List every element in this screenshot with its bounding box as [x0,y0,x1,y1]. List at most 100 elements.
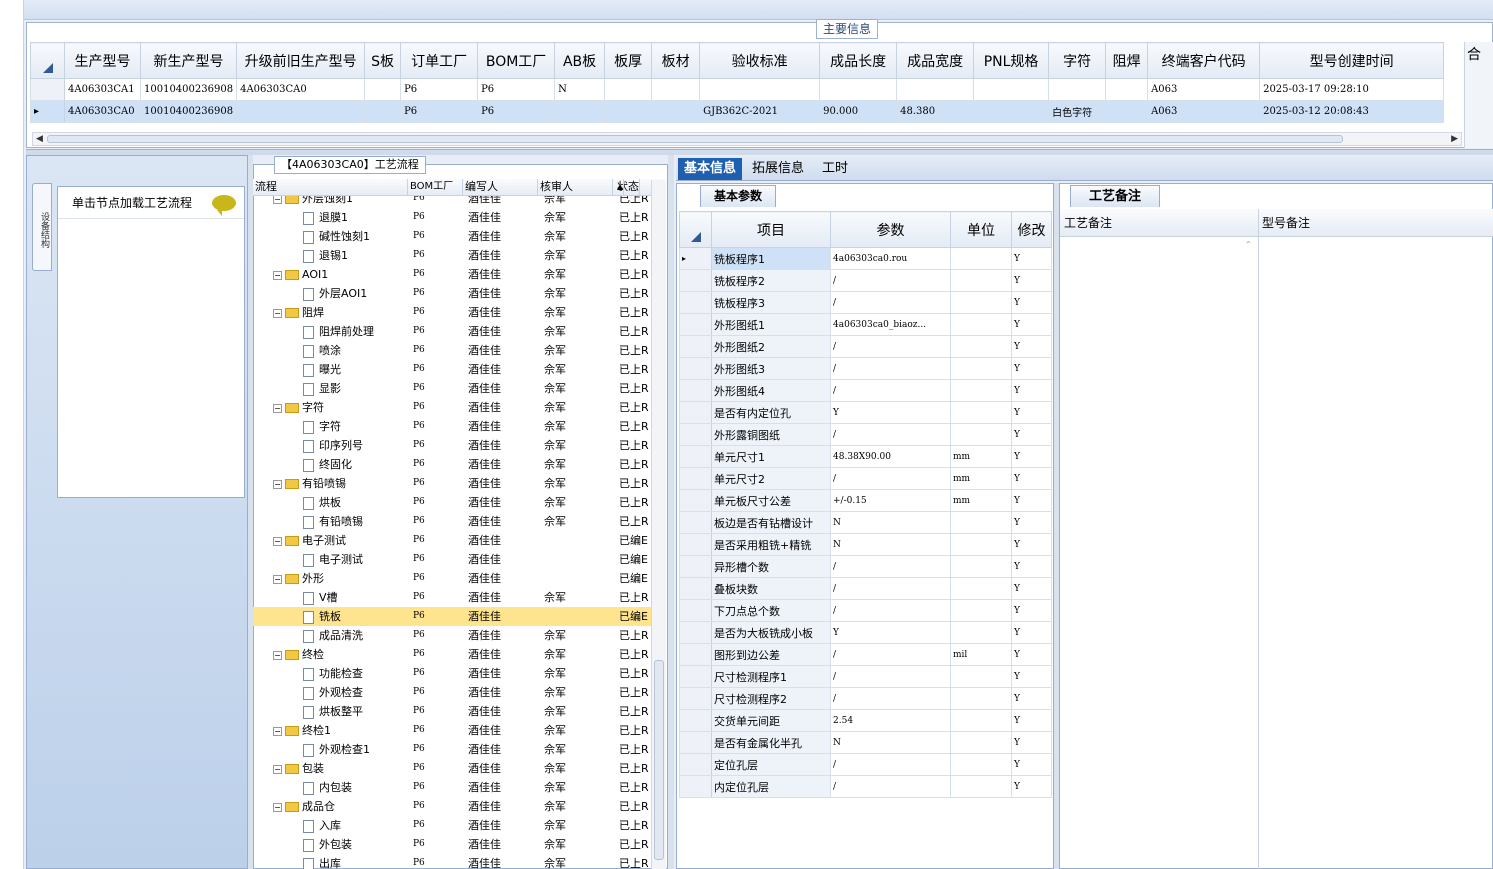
param-modify[interactable]: Y [1011,555,1052,578]
main-col-header[interactable]: 型号创建时间 [1259,42,1445,79]
param-value[interactable]: 4a06303ca0.rou [830,247,951,270]
main-grid-cell[interactable]: P6 [477,100,556,123]
param-value[interactable]: / [830,555,951,578]
flow-tree-row[interactable]: 阻焊前处理 P6 酒佳佳 佘军 已上R [253,322,651,341]
main-grid-cell[interactable] [651,78,701,101]
param-modify[interactable]: Y [1011,357,1052,380]
col-reviewer[interactable]: 核审人 [538,179,613,196]
params-col-header[interactable]: 项目 [711,211,831,248]
param-value[interactable]: 2.54 [830,709,951,732]
param-modify[interactable]: Y [1011,775,1052,798]
param-modify[interactable]: Y [1011,599,1052,622]
params-row[interactable]: 外形图纸1 4a06303ca0_biaoz... Y [679,313,1052,336]
param-value[interactable]: Y [830,401,951,424]
flow-tree-row[interactable]: − 外层蚀刻1 P6 酒佳佳 佘军 已上R [253,196,651,208]
flow-node[interactable]: 曝光 [253,360,408,379]
params-col-header[interactable]: 单位 [950,211,1012,248]
main-grid-cell[interactable]: 10010400236908 [139,78,238,101]
param-modify[interactable]: Y [1011,489,1052,512]
flow-tree-row[interactable]: 成品清洗 P6 酒佳佳 佘军 已上R [253,626,651,645]
param-modify[interactable]: Y [1011,291,1052,314]
main-col-header[interactable]: S板 [364,42,402,79]
param-modify[interactable]: Y [1011,753,1052,776]
main-col-header[interactable]: 新生产型号 [139,42,238,79]
params-row-indicator[interactable] [679,709,712,732]
main-col-header[interactable]: 生产型号 [64,42,141,79]
main-grid-cell[interactable] [364,78,402,101]
main-grid-cell[interactable]: P6 [477,78,556,101]
flow-tree-row[interactable]: 碱性蚀刻1 P6 酒佳佳 佘军 已上R [253,227,651,246]
main-col-header[interactable]: 订单工厂 [400,42,479,79]
params-row[interactable]: ▸ 铣板程序1 4a06303ca0.rou Y [679,247,1052,270]
flow-tree-row[interactable]: 入库 P6 酒佳佳 佘军 已上R [253,816,651,835]
param-unit[interactable]: mm [950,489,1012,512]
main-grid-cell[interactable] [973,78,1050,101]
main-grid-row[interactable]: 4A06303CA1 10010400236908 4A06303CA0 P6 P6 N A… [30,78,1445,101]
flow-node[interactable]: 铣板 [253,607,408,626]
flow-tree-row[interactable]: 终固化 P6 酒佳佳 佘军 已上R [253,455,651,474]
main-grid-cell[interactable]: N [554,78,606,101]
flow-tree-row[interactable]: 烘板整平 P6 酒佳佳 佘军 已上R [253,702,651,721]
hscroll-thumb[interactable] [47,135,1343,143]
subtab-basic-params[interactable]: 基本参数 [700,185,776,207]
flow-tree-row[interactable]: 烘板 P6 酒佳佳 佘军 已上R [253,493,651,512]
flow-node[interactable]: 外观检查1 [253,740,408,759]
param-unit[interactable] [950,357,1012,380]
param-unit[interactable] [950,511,1012,534]
params-row-indicator[interactable] [679,621,712,644]
params-row-indicator[interactable]: ▸ [679,247,712,270]
param-modify[interactable]: Y [1011,445,1052,468]
flow-node[interactable]: 外包装 [253,835,408,854]
col-writer[interactable]: 编写人 [463,179,538,196]
flow-node[interactable]: − 成品仓 [253,797,408,816]
main-grid-cell[interactable]: 白色字符 [1048,100,1107,123]
flow-node[interactable]: 碱性蚀刻1 [253,227,408,246]
params-row[interactable]: 铣板程序2/ Y [679,269,1052,292]
param-unit[interactable]: mm [950,467,1012,490]
flow-node[interactable]: 有铅喷锡 [253,512,408,531]
params-row[interactable]: 异形槽个数 / Y [679,555,1052,578]
flow-node[interactable]: − 外层蚀刻1 [253,196,408,208]
params-row-indicator[interactable] [679,335,712,358]
flow-node[interactable]: 出库 [253,854,408,869]
params-row-indicator[interactable] [679,291,712,314]
params-row[interactable]: 尺寸检测程序2/ Y [679,687,1052,710]
collapse-icon[interactable]: − [273,726,282,736]
param-unit[interactable] [950,335,1012,358]
main-grid-cell[interactable]: 2025-03-12 20:08:43 [1259,100,1445,123]
main-col-header[interactable]: 终端客户代码 [1147,42,1261,79]
param-modify[interactable]: Y [1011,687,1052,710]
flow-tree-row[interactable]: − 阻焊 P6 酒佳佳 佘军 已上R [253,303,651,322]
tab-extended-info[interactable]: 拓展信息 [746,158,810,180]
collapse-icon[interactable]: − [273,308,282,318]
vscroll-thumb[interactable] [654,660,664,860]
main-col-header[interactable]: PNL规格 [973,42,1050,79]
param-modify[interactable]: Y [1011,709,1052,732]
params-row[interactable]: 尺寸检测程序1/ Y [679,665,1052,688]
params-row-indicator[interactable] [679,753,712,776]
flow-node[interactable]: 内包装 [253,778,408,797]
params-row[interactable]: 内定位孔层 / Y [679,775,1052,798]
param-modify[interactable]: Y [1011,313,1052,336]
params-row-indicator[interactable] [679,489,712,512]
param-value[interactable]: N [830,731,951,754]
flow-tree-row[interactable]: 铣板 P6 酒佳佳 已编E [253,607,651,626]
param-modify[interactable]: Y [1011,731,1052,754]
flow-node[interactable]: − 阻焊 [253,303,408,322]
flow-node[interactable]: 电子测试 [253,550,408,569]
param-unit[interactable] [950,423,1012,446]
flow-tree-row[interactable]: 出库 P6 酒佳佳 佘军 已上R [253,854,651,869]
flow-node[interactable]: 成品清洗 [253,626,408,645]
flow-tree-row[interactable]: 退膜1 P6 酒佳佳 佘军 已上R [253,208,651,227]
param-value[interactable]: / [830,357,951,380]
params-row-indicator[interactable] [679,445,712,468]
param-unit[interactable] [950,709,1012,732]
col-model-notes[interactable]: 型号备注 [1258,209,1310,237]
scroll-right-icon[interactable]: ▶ [1451,133,1458,145]
node-hint-row[interactable]: 单击节点加载工艺流程 [58,187,244,219]
params-row-indicator[interactable] [679,599,712,622]
params-row-indicator[interactable] [679,533,712,556]
params-row-indicator[interactable] [679,423,712,446]
main-grid-cell[interactable] [1105,100,1149,123]
params-row[interactable]: 铣板程序3/ Y [679,291,1052,314]
